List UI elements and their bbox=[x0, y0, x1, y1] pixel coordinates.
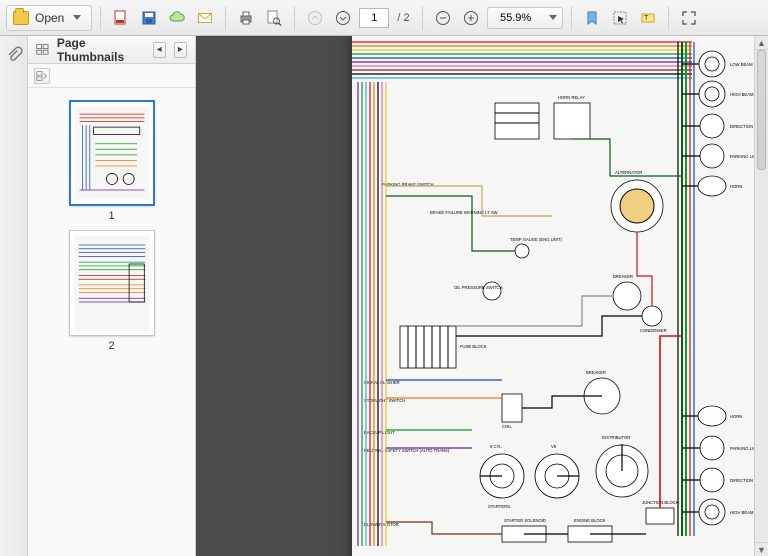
scroll-up-icon[interactable]: ▲ bbox=[755, 36, 768, 50]
svg-text:HORN: HORN bbox=[730, 184, 742, 189]
left-rail bbox=[0, 36, 28, 556]
panel-prev-icon[interactable]: ◂ bbox=[153, 42, 166, 58]
open-label: Open bbox=[35, 11, 64, 25]
svg-text:ENGINE BLOCK: ENGINE BLOCK bbox=[574, 518, 606, 523]
svg-text:OIL PRESSURE SWITCH: OIL PRESSURE SWITCH bbox=[454, 285, 502, 290]
svg-text:CONDENSER: CONDENSER bbox=[640, 328, 667, 333]
thumbnail-1[interactable]: 1 bbox=[69, 100, 155, 222]
separator bbox=[668, 6, 669, 30]
attachments-icon[interactable] bbox=[5, 46, 23, 64]
separator bbox=[571, 6, 572, 30]
svg-text:T: T bbox=[644, 15, 649, 22]
thumbs-toolbar bbox=[28, 64, 195, 88]
scrollbar-thumb[interactable] bbox=[757, 50, 766, 170]
thumbs-list: 1 2 bbox=[28, 88, 195, 556]
page-1: LOW BEAM HIGH BEAM DIRECTION SIGNAL PARK… bbox=[352, 36, 768, 556]
svg-text:BACKUP LIGHT: BACKUP LIGHT bbox=[364, 430, 395, 435]
thumbnail-2[interactable]: 2 bbox=[69, 230, 155, 352]
document-viewer[interactable]: LOW BEAM HIGH BEAM DIRECTION SIGNAL PARK… bbox=[196, 36, 768, 556]
save-icon[interactable] bbox=[137, 6, 161, 30]
search-text-icon[interactable] bbox=[262, 6, 286, 30]
svg-text:BREAKER: BREAKER bbox=[613, 274, 633, 279]
panel-header: Page Thumbnails ◂ ▸ bbox=[28, 36, 195, 64]
separator bbox=[422, 6, 423, 30]
svg-text:ALTERNATOR: ALTERNATOR bbox=[615, 170, 642, 175]
thumbnail-label: 1 bbox=[69, 210, 155, 222]
separator bbox=[100, 6, 101, 30]
page-total: / 2 bbox=[397, 12, 409, 24]
svg-text:STARTER SOLENOID: STARTER SOLENOID bbox=[504, 518, 546, 523]
svg-text:NEUTRAL SAFETY SWITCH (AUTO TR: NEUTRAL SAFETY SWITCH (AUTO TRANS) bbox=[364, 448, 450, 453]
scroll-down-icon[interactable]: ▼ bbox=[755, 542, 768, 556]
print-icon[interactable] bbox=[234, 6, 258, 30]
thumbnail-label: 2 bbox=[69, 340, 155, 352]
svg-text:DISTRIBUTOR: DISTRIBUTOR bbox=[602, 435, 630, 440]
svg-text:6 CYL: 6 CYL bbox=[490, 444, 502, 449]
create-pdf-icon[interactable] bbox=[109, 6, 133, 30]
vertical-scrollbar[interactable]: ▲ ▼ bbox=[754, 36, 768, 556]
highlight-icon[interactable]: T bbox=[636, 6, 660, 30]
zoom-in-icon[interactable] bbox=[459, 6, 483, 30]
select-tool-icon[interactable] bbox=[608, 6, 632, 30]
chevron-down-icon bbox=[73, 15, 81, 20]
separator bbox=[225, 6, 226, 30]
svg-text:BRAKE FAILURE WARNING LT SW: BRAKE FAILURE WARNING LT SW bbox=[430, 210, 498, 215]
email-icon[interactable] bbox=[193, 6, 217, 30]
folder-icon bbox=[13, 11, 29, 25]
svg-text:LOW BEAM: LOW BEAM bbox=[730, 62, 753, 67]
svg-text:STARTERS: STARTERS bbox=[488, 504, 510, 509]
chevron-down-icon bbox=[549, 15, 557, 20]
fullscreen-icon[interactable] bbox=[677, 6, 701, 30]
open-button[interactable]: Open bbox=[6, 5, 92, 31]
svg-text:HIGH BEAM: HIGH BEAM bbox=[730, 510, 754, 515]
thumbnails-icon bbox=[36, 42, 49, 58]
page-number-input[interactable] bbox=[359, 8, 389, 28]
thumbs-options-icon[interactable] bbox=[34, 68, 50, 84]
page-up-icon[interactable] bbox=[303, 6, 327, 30]
panel-next-icon[interactable]: ▸ bbox=[174, 42, 187, 58]
svg-text:HORN: HORN bbox=[730, 414, 742, 419]
zoom-out-icon[interactable] bbox=[431, 6, 455, 30]
svg-text:HIGH BEAM: HIGH BEAM bbox=[730, 92, 754, 97]
svg-text:HORN RELAY: HORN RELAY bbox=[558, 95, 585, 100]
separator bbox=[294, 6, 295, 30]
svg-text:COIL: COIL bbox=[502, 424, 512, 429]
page-down-icon[interactable] bbox=[331, 6, 355, 30]
bookmark-icon[interactable] bbox=[580, 6, 604, 30]
svg-text:BREAKER: BREAKER bbox=[586, 370, 606, 375]
svg-text:FUSE BLOCK: FUSE BLOCK bbox=[460, 344, 487, 349]
thumbnails-panel: Page Thumbnails ◂ ▸ bbox=[28, 36, 196, 556]
svg-text:TEMP GAUGE (ENG UNIT): TEMP GAUGE (ENG UNIT) bbox=[510, 237, 562, 242]
cloud-upload-icon[interactable] bbox=[165, 6, 189, 30]
toolbar: Open / 2 T bbox=[0, 0, 768, 36]
panel-title: Page Thumbnails bbox=[57, 36, 137, 64]
svg-text:V8: V8 bbox=[551, 444, 557, 449]
zoom-dropdown[interactable] bbox=[487, 7, 563, 29]
zoom-input[interactable] bbox=[488, 8, 544, 28]
